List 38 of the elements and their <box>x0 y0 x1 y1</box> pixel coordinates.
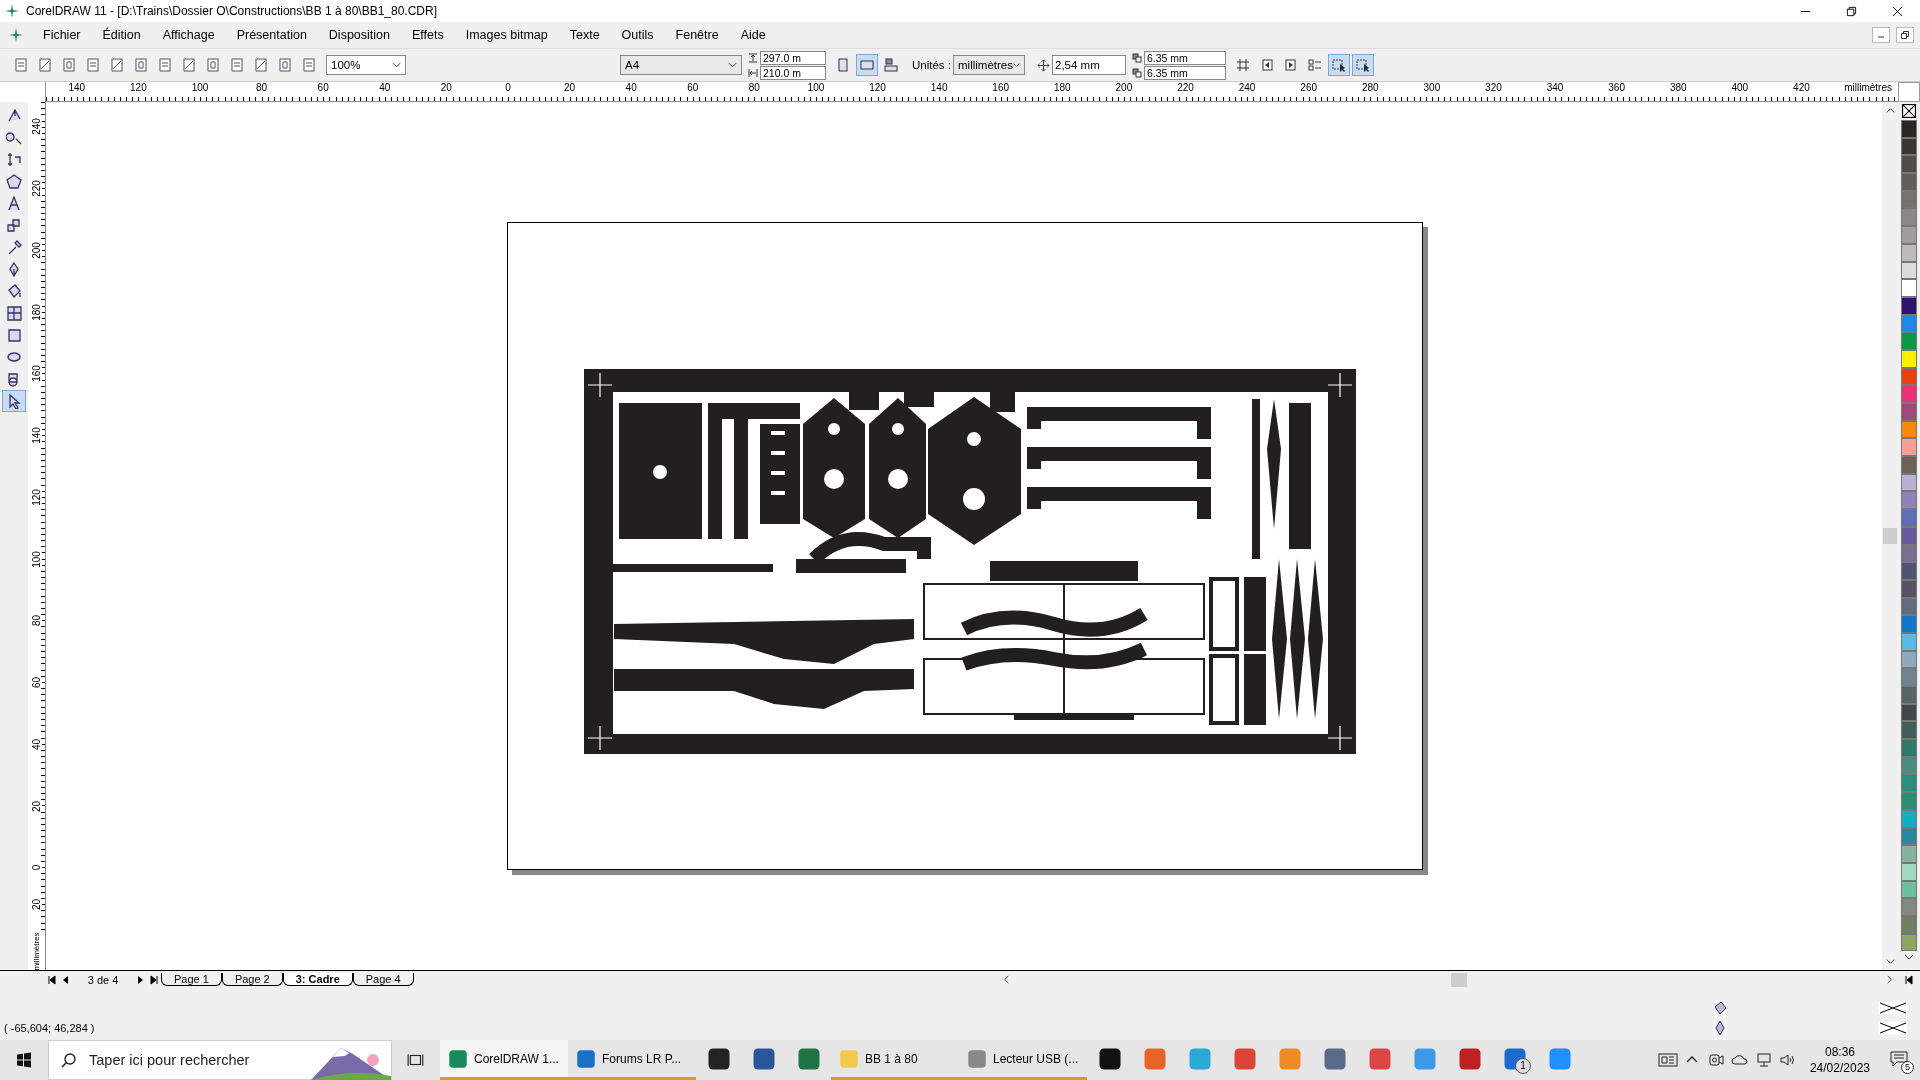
page-tab[interactable]: 3: Cadre <box>282 973 353 986</box>
menu-item[interactable]: Édition <box>91 28 152 42</box>
duplicate-y-field[interactable]: 6.35 mm <box>1144 65 1226 80</box>
zoom-level-dropdown[interactable]: 100% <box>326 55 406 75</box>
units-label: Unités : <box>912 59 951 71</box>
horizontal-ruler: 140 120 100 80 60 40 20 0 20 40 60 80 100 120 140 160 180 200 220 240 260 280 300 320 340 360 380 400 420 millimètres <box>46 82 1898 102</box>
menu-item[interactable]: Texte <box>558 28 611 42</box>
page-tab[interactable]: Page 1 <box>161 973 222 986</box>
menu-item[interactable]: Images bitmap <box>454 28 559 42</box>
notification-badge: 1 <box>1515 1058 1531 1074</box>
units-dropdown[interactable]: millimètres <box>953 55 1025 75</box>
page-tab[interactable]: Page 2 <box>221 973 283 986</box>
duplicate-x-field[interactable]: 6.35 mm <box>1144 50 1226 65</box>
menu-item[interactable]: Affichage <box>151 28 226 42</box>
cursor-coordinates: ( -65,604; 46,284 ) <box>4 1022 95 1034</box>
taskbar-search-field[interactable]: Taper ici pour rechercher <box>48 1040 392 1080</box>
monitor-app-taskbar-button[interactable]: 1 <box>1492 1040 1537 1080</box>
page-width-field[interactable]: 297.0 m <box>760 50 826 65</box>
page-counter: 3 de 4 <box>86 973 120 986</box>
window-title: CorelDRAW 11 - [D:\Trains\Dossier O\Constructions\BB 1 à 80\BB1_80.CDR] <box>26 4 439 18</box>
menu-item[interactable]: Fenêtre <box>664 28 730 42</box>
taskbar-clock[interactable]: 08:36 24/02/2023 <box>1809 1044 1870 1076</box>
page-size-dropdown[interactable]: A4 <box>620 55 742 75</box>
menu-item[interactable]: Fichier <box>32 28 92 42</box>
notifications-button[interactable]: 5 <box>1880 1040 1920 1080</box>
taskbar-window-button[interactable]: Lecteur USB (... <box>959 1040 1087 1080</box>
menu-item[interactable]: Aide <box>729 28 777 42</box>
menu-item[interactable]: Présentation <box>225 28 318 42</box>
taskbar-window-button[interactable]: Forums LR P... <box>568 1040 696 1080</box>
menu-item[interactable]: Effets <box>401 28 455 42</box>
taskbar-window-button[interactable]: BB 1 à 80 <box>831 1040 959 1080</box>
page-height-field[interactable]: 210.0 m <box>760 65 826 80</box>
taskbar-window-button[interactable]: CorelDRAW 1... <box>440 1040 568 1080</box>
menu-item[interactable]: Disposition <box>317 28 401 42</box>
page-tab[interactable]: Page 4 <box>352 973 414 986</box>
menu-item[interactable]: Outils <box>610 28 665 42</box>
nudge-distance-field[interactable]: 2,54 mm <box>1052 55 1126 75</box>
vertical-ruler: 240 220 200 180 160 140 120 100 80 60 40 20 0 20 millimètres <box>28 102 46 970</box>
